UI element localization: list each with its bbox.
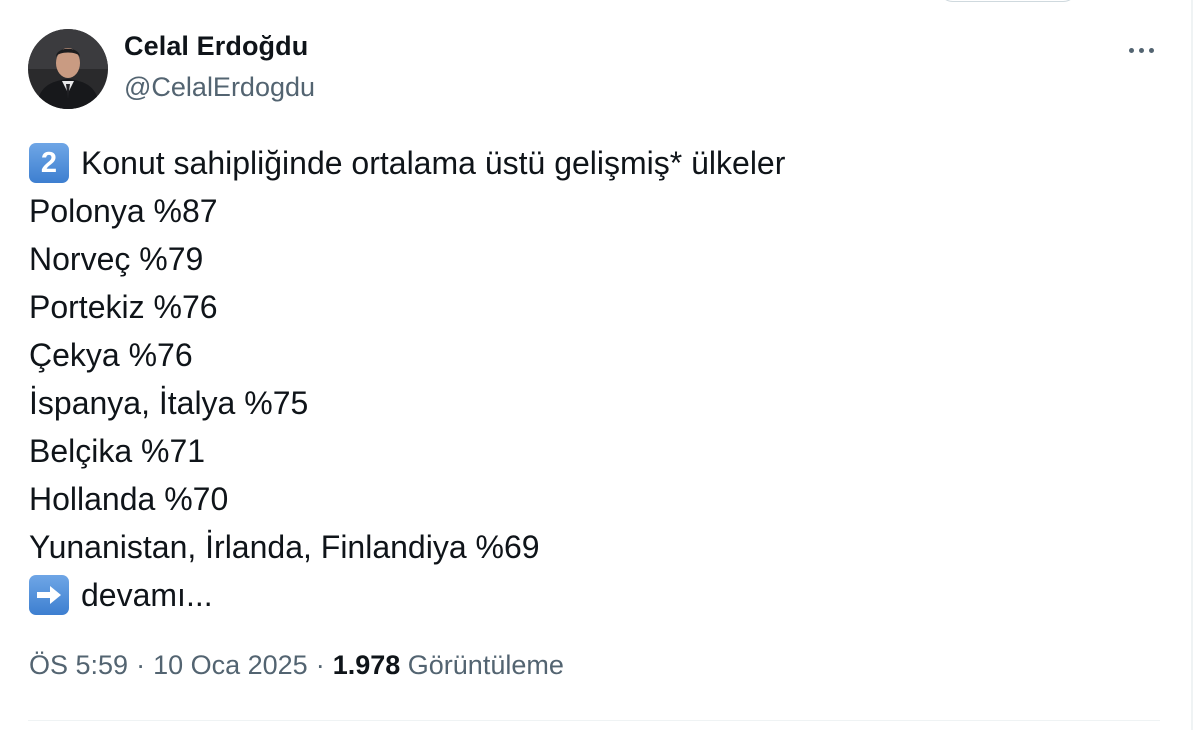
tweet-line: Hollanda %70	[29, 481, 229, 517]
more-horizontal-icon-dot	[1148, 47, 1154, 53]
author-handle[interactable]: @CelalErdogdu	[124, 72, 315, 103]
tweet-line: Polonya %87	[29, 193, 218, 229]
separator-dot: ·	[136, 650, 146, 680]
avatar[interactable]	[28, 29, 108, 109]
bottom-divider	[28, 720, 1160, 721]
author-display-name[interactable]: Celal Erdoğdu	[124, 31, 308, 62]
tweet-page: Celal Erdoğdu @CelalErdogdu 2 Konut sahi…	[0, 0, 1204, 730]
right-border	[1191, 0, 1193, 730]
views-count: 1.978	[332, 650, 401, 680]
tweet-heading: Konut sahipliğinde ortalama üstü gelişmi…	[81, 145, 786, 181]
tweet-line: İspanya, İtalya %75	[29, 385, 309, 421]
tweet-line: Belçika %71	[29, 433, 206, 469]
more-horizontal-icon	[1128, 47, 1134, 53]
tweet-meta: ÖS 5:59 · 10 Oca 2025 · 1.978 Görüntüleme	[29, 650, 564, 681]
views-label: Görüntüleme	[407, 650, 564, 680]
tweet-line: Çekya %76	[29, 337, 193, 373]
top-pill-button[interactable]	[938, 0, 1078, 2]
tweet-line: Yunanistan, İrlanda, Finlandiya %69	[29, 529, 540, 565]
avatar-photo	[28, 29, 108, 109]
tweet-line: Portekiz %76	[29, 289, 218, 325]
tweet-footer-text: devamı...	[81, 577, 213, 613]
right-arrow-emoji-icon	[29, 575, 69, 615]
separator-dot: ·	[315, 650, 325, 680]
tweet-heading-line: 2 Konut sahipliğinde ortalama üstü geliş…	[29, 139, 1149, 187]
keycap-digit-two-icon: 2	[29, 143, 69, 183]
tweet-footer-line: devamı...	[29, 571, 1149, 619]
more-horizontal-icon-dot	[1138, 47, 1144, 53]
tweet-date[interactable]: 10 Oca 2025	[153, 650, 308, 680]
tweet-time[interactable]: ÖS 5:59	[29, 650, 128, 680]
tweet-line: Norveç %79	[29, 241, 204, 277]
tweet-text: 2 Konut sahipliğinde ortalama üstü geliş…	[29, 139, 1149, 619]
more-options-button[interactable]	[1118, 34, 1164, 66]
